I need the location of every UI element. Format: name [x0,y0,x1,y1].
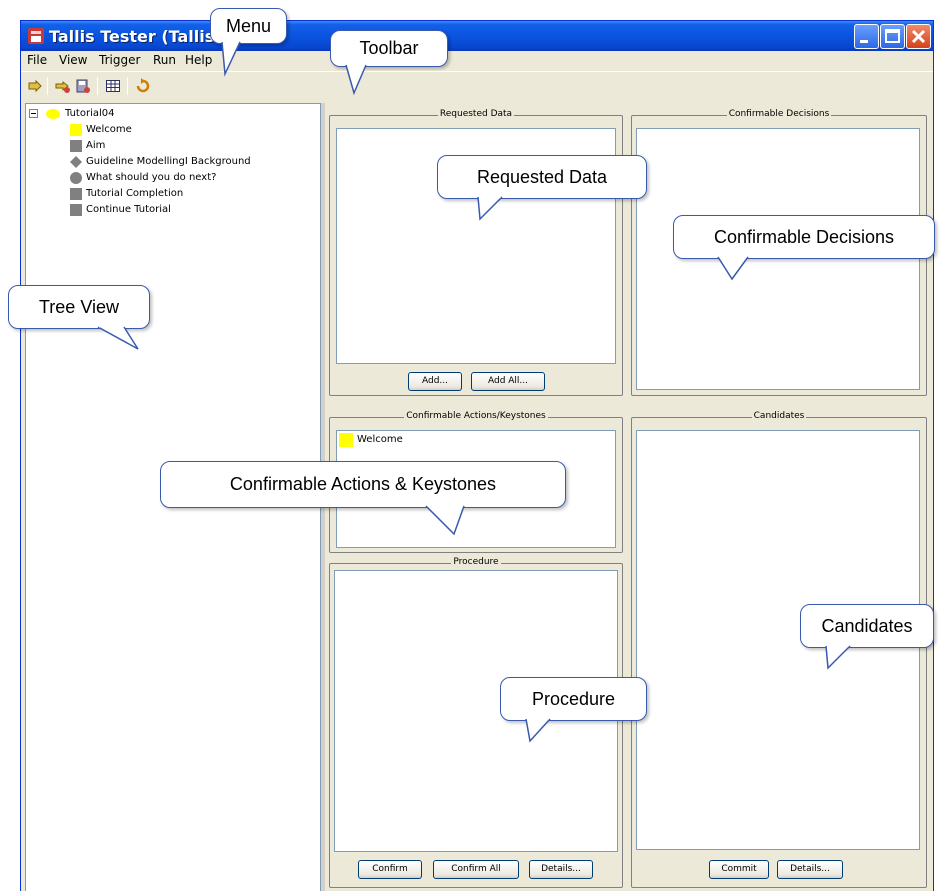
confirmable-decisions-title: Confirmable Decisions [726,109,832,119]
close-button[interactable] [906,24,931,49]
tree-node-label: Guideline ModellingI Background [86,156,251,167]
app-window: Tallis Tester (Tallis Re File View Trigg… [20,20,934,891]
tree-node[interactable]: Tutorial Completion [70,187,300,201]
toolbar-separator [127,77,128,95]
callout-tail [477,194,503,221]
callout-procedure: Procedure [500,677,647,721]
menu-view[interactable]: View [59,53,87,67]
gray-square-icon [70,204,82,216]
tree-root-label: Tutorial04 [65,108,115,119]
maximize-icon [885,29,900,43]
callout-tail [525,716,551,743]
add-all-button[interactable]: Add All... [471,372,545,391]
commit-button[interactable]: Commit [709,860,769,879]
app-icon [28,28,44,44]
tree-node[interactable]: What should you do next? [70,171,300,185]
candidates-title: Candidates [751,411,807,421]
callout-tail [97,324,139,350]
callout-tail [717,254,749,281]
save-icon[interactable] [75,78,91,94]
tree-node[interactable]: Welcome [70,123,300,137]
callout-menu: Menu [210,8,287,44]
callout-confirmable-decisions: Confirmable Decisions [673,215,935,259]
tree-node-label: Tutorial Completion [86,188,184,199]
yellow-ellipse-icon [46,109,60,119]
tree-node[interactable]: Aim [70,139,300,153]
toolbar-separator [97,77,98,95]
callout-tail [825,643,851,670]
list-item[interactable]: Welcome [339,433,539,447]
load-icon[interactable] [55,78,71,94]
callout-tree-view: Tree View [8,285,150,329]
menu-run[interactable]: Run [153,53,176,67]
close-icon [911,29,926,44]
requested-data-title: Requested Data [437,109,515,119]
confirm-button[interactable]: Confirm [358,860,422,879]
tree-node-label: Aim [86,140,106,151]
callout-tail [425,503,465,536]
menu-file[interactable]: File [27,53,47,67]
table-icon[interactable] [105,78,121,94]
gray-square-icon [70,188,82,200]
diamond-icon [70,156,82,168]
confirmable-actions-title: Confirmable Actions/Keystones [404,411,548,421]
toolbar-separator [47,77,48,95]
callout-tail [221,39,241,77]
tree-node-label: Welcome [86,124,132,135]
tree-node-label: Continue Tutorial [86,204,171,215]
procedure-title: Procedure [451,557,501,567]
gray-square-icon [70,140,82,152]
confirmable-decisions-list[interactable] [636,128,920,390]
maximize-button[interactable] [880,24,905,49]
yellow-square-icon [70,124,82,136]
menu-trigger[interactable]: Trigger [99,53,140,67]
callout-tail [345,62,367,96]
menu-bar: File View Trigger Run Help [21,51,933,70]
open-icon[interactable] [27,78,43,94]
candidates-panel: Candidates Commit Details... [631,411,927,888]
callout-requested-data: Requested Data [437,155,647,199]
minimize-icon [860,40,868,43]
procedure-panel: Procedure Confirm Confirm All Details... [329,557,623,888]
title-bar[interactable]: Tallis Tester (Tallis Re [21,21,933,51]
tree-node[interactable]: Guideline ModellingI Background [70,155,300,169]
tree-root[interactable]: Tutorial04 [29,107,229,121]
minimize-button[interactable] [854,24,879,49]
collapse-icon[interactable] [29,109,39,119]
toolbar [21,71,933,101]
confirm-all-button[interactable]: Confirm All [433,860,519,879]
callout-toolbar: Toolbar [330,30,448,67]
callout-confirmable-actions: Confirmable Actions & Keystones [160,461,566,508]
candidates-details-button[interactable]: Details... [777,860,843,879]
yellow-square-icon [339,433,353,447]
list-item-label: Welcome [357,434,403,445]
callout-candidates: Candidates [800,604,934,648]
refresh-icon[interactable] [135,78,151,94]
details-button[interactable]: Details... [529,860,593,879]
add-button[interactable]: Add... [408,372,462,391]
tree-node-label: What should you do next? [86,172,217,183]
menu-help[interactable]: Help [185,53,212,67]
circle-icon [70,172,82,184]
tree-node[interactable]: Continue Tutorial [70,203,300,217]
